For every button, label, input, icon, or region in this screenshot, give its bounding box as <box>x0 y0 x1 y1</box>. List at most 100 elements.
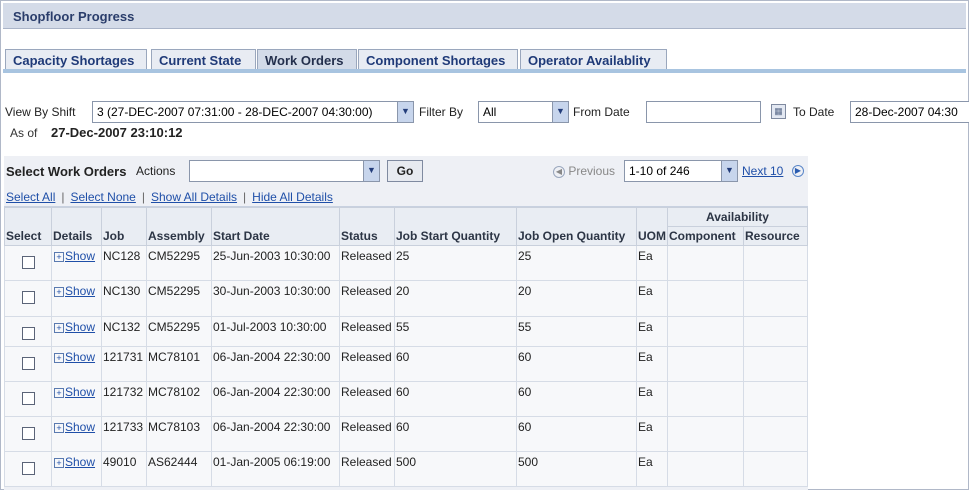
uom-cell: Ea <box>636 280 668 317</box>
uom-cell: Ea <box>636 451 668 487</box>
row-checkbox[interactable] <box>22 357 35 370</box>
tab-current-state[interactable]: Current State <box>151 49 256 71</box>
tab-operator-availablity[interactable]: Operator Availablity <box>520 49 667 71</box>
details-cell: + Show <box>51 451 102 487</box>
select-cell <box>4 280 52 317</box>
job-start-quantity-cell: 60 <box>394 346 517 382</box>
link-separator: | <box>61 190 65 204</box>
range-value: 1-10 of 246 <box>629 164 690 178</box>
actions-select[interactable]: ▼ <box>189 160 380 182</box>
row-checkbox[interactable] <box>22 291 35 304</box>
filter-by-select[interactable]: All ▼ <box>478 101 569 123</box>
table-row: + Show NC130 CM52295 30-Jun-2003 10:30:00 Rel… <box>4 280 808 317</box>
job-start-quantity-cell: 55 <box>394 316 517 347</box>
row-checkbox[interactable] <box>22 427 35 440</box>
from-date-input[interactable] <box>646 101 761 123</box>
status-cell: Released <box>339 346 395 382</box>
resource-cell <box>743 316 808 347</box>
plus-icon[interactable]: + <box>54 422 64 433</box>
job-cell: 121732 <box>101 381 147 417</box>
status-cell: Released <box>339 416 395 452</box>
title-bar: Shopfloor Progress <box>3 3 966 29</box>
assembly-cell: MC78102 <box>146 381 212 417</box>
plus-icon[interactable]: + <box>54 387 64 398</box>
view-by-shift-label: View By Shift <box>5 105 76 119</box>
col-uom: UOM <box>636 207 668 246</box>
show-details-link[interactable]: Show <box>65 249 95 263</box>
job-open-quantity-cell: 55 <box>516 316 637 347</box>
resource-cell <box>743 416 808 452</box>
assembly-cell: AS62444 <box>146 451 212 487</box>
as-of-label: As of <box>10 126 38 140</box>
show-details-link[interactable]: Show <box>65 385 95 399</box>
tab-capacity-shortages[interactable]: Capacity Shortages <box>5 49 147 71</box>
job-cell: NC132 <box>101 316 147 347</box>
details-cell: + Show <box>51 381 102 417</box>
calendar-icon[interactable]: ▦ <box>771 104 786 119</box>
job-open-quantity-cell: 25 <box>516 245 637 281</box>
plus-icon[interactable]: + <box>54 286 64 297</box>
component-cell <box>667 316 744 347</box>
start-date-cell: 06-Jan-2004 22:30:00 <box>211 381 340 417</box>
tab-component-shortages[interactable]: Component Shortages <box>358 49 518 71</box>
view-by-shift-select[interactable]: 3 (27-DEC-2007 07:31:00 - 28-DEC-2007 04… <box>92 101 414 123</box>
resource-cell <box>743 346 808 382</box>
show-details-link[interactable]: Show <box>65 420 95 434</box>
row-checkbox[interactable] <box>22 392 35 405</box>
component-cell <box>667 451 744 487</box>
details-cell: + Show <box>51 346 102 382</box>
component-cell <box>667 280 744 317</box>
job-cell: NC130 <box>101 280 147 317</box>
col-group-availability: Availability <box>667 207 808 227</box>
to-date-input[interactable]: 28-Dec-2007 04:30 <box>850 101 969 123</box>
tab-work-orders[interactable]: Work Orders <box>257 49 357 71</box>
select-none-link[interactable]: Select None <box>70 190 135 204</box>
row-checkbox[interactable] <box>22 327 35 340</box>
next-label: Next 10 <box>742 164 784 178</box>
status-cell: Released <box>339 316 395 347</box>
table-row: + Show 121732 MC78102 06-Jan-2004 22:30:00 Re… <box>4 381 808 417</box>
component-cell <box>667 245 744 281</box>
row-checkbox[interactable] <box>22 256 35 269</box>
resource-cell <box>743 245 808 281</box>
assembly-cell: MC78103 <box>146 416 212 452</box>
resource-cell <box>743 381 808 417</box>
start-date-cell: 01-Jul-2003 10:30:00 <box>211 316 340 347</box>
show-all-details-link[interactable]: Show All Details <box>151 190 237 204</box>
row-checkbox[interactable] <box>22 462 35 475</box>
show-details-link[interactable]: Show <box>65 320 95 334</box>
show-details-link[interactable]: Show <box>65 350 95 364</box>
plus-icon[interactable]: + <box>54 251 64 262</box>
plus-icon[interactable]: + <box>54 457 64 468</box>
previous-link[interactable]: ◀ Previous <box>553 164 615 178</box>
as-of-value: 27-Dec-2007 23:10:12 <box>51 125 183 140</box>
col-resource: Resource <box>743 226 808 246</box>
uom-cell: Ea <box>636 346 668 382</box>
select-all-link[interactable]: Select All <box>6 190 55 204</box>
component-cell <box>667 381 744 417</box>
col-status: Status <box>339 207 395 246</box>
select-cell <box>4 316 52 347</box>
select-work-orders-heading: Select Work Orders <box>6 164 127 179</box>
show-details-link[interactable]: Show <box>65 455 95 469</box>
select-cell <box>4 381 52 417</box>
next-link[interactable]: Next 10 ▶ <box>742 164 804 178</box>
tab-underline <box>3 69 966 73</box>
actions-label: Actions <box>136 164 176 178</box>
col-component: Component <box>667 226 744 246</box>
job-open-quantity-cell: 60 <box>516 381 637 417</box>
start-date-cell: 06-Jan-2004 22:30:00 <box>211 346 340 382</box>
select-cell <box>4 451 52 487</box>
plus-icon[interactable]: + <box>54 322 64 333</box>
status-cell: Released <box>339 381 395 417</box>
page-title: Shopfloor Progress <box>13 9 135 24</box>
table-row: + Show NC128 CM52295 25-Jun-2003 10:30:00 Rel… <box>4 245 808 281</box>
range-select[interactable]: 1-10 of 246 ▼ <box>624 160 738 182</box>
hide-all-details-link[interactable]: Hide All Details <box>252 190 333 204</box>
go-button[interactable]: Go <box>387 160 423 182</box>
start-date-cell: 01-Jan-2005 06:19:00 <box>211 451 340 487</box>
plus-icon[interactable]: + <box>54 352 64 363</box>
from-date-label: From Date <box>573 105 630 119</box>
uom-cell: Ea <box>636 416 668 452</box>
show-details-link[interactable]: Show <box>65 284 95 298</box>
